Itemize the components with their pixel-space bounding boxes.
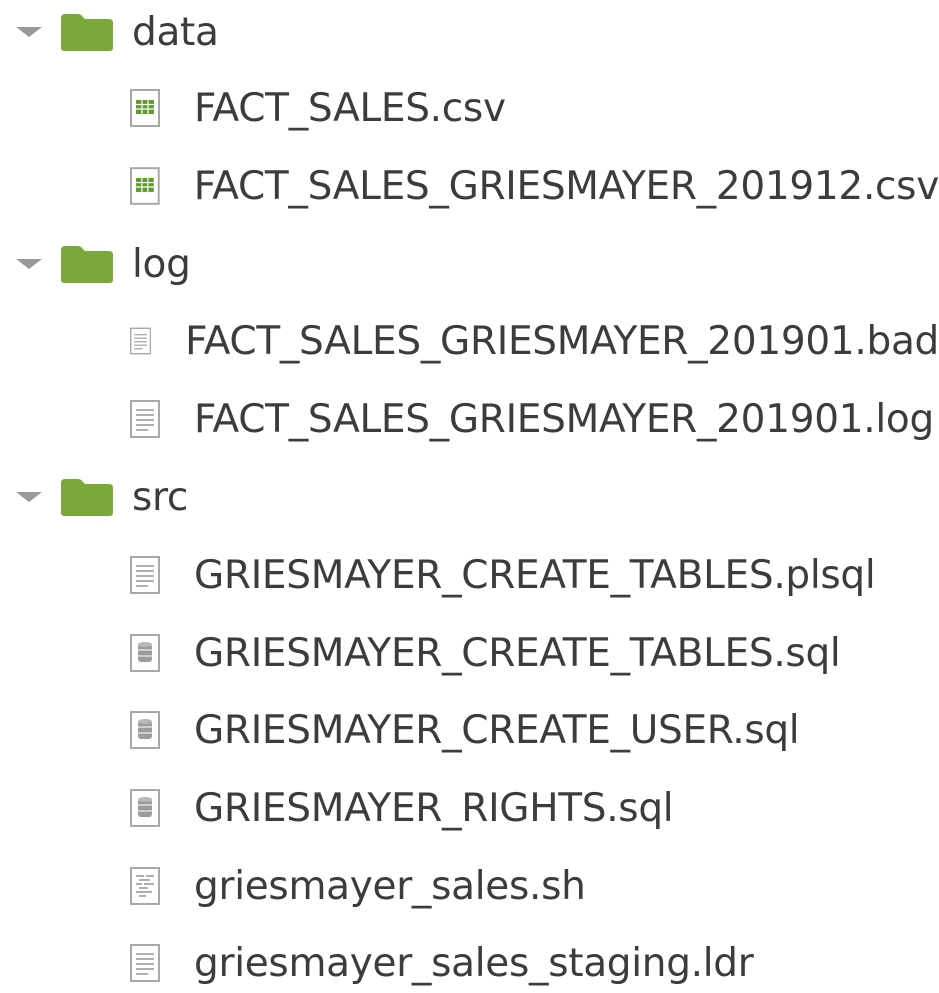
file-row[interactable]: GRIESMAYER_CREATE_TABLES.sql (0, 623, 939, 683)
file-row[interactable]: GRIESMAYER_RIGHTS.sql (0, 778, 939, 838)
text-file-icon (130, 944, 160, 982)
text-file-icon (130, 400, 160, 438)
database-file-icon (130, 634, 160, 672)
text-file-icon (130, 327, 152, 355)
file-label: griesmayer_sales_staging.ldr (194, 940, 754, 986)
file-row[interactable]: griesmayer_sales.sh (0, 856, 939, 916)
file-label: griesmayer_sales.sh (194, 863, 586, 909)
file-row[interactable]: FACT_SALES_GRIESMAYER_201901.log (0, 389, 939, 449)
file-label: GRIESMAYER_CREATE_USER.sql (194, 707, 800, 753)
file-row[interactable]: griesmayer_sales_staging.ldr (0, 933, 939, 993)
file-label: FACT_SALES.csv (194, 85, 506, 131)
file-row[interactable]: FACT_SALES.csv (0, 78, 939, 138)
file-label: FACT_SALES_GRIESMAYER_201912.csv (193, 163, 939, 209)
database-file-icon (130, 789, 160, 827)
folder-label: src (132, 474, 189, 520)
spreadsheet-icon (130, 89, 160, 127)
file-label: FACT_SALES_GRIESMAYER_201901.log (194, 396, 934, 442)
file-row[interactable]: GRIESMAYER_CREATE_TABLES.plsql (0, 545, 939, 605)
file-row[interactable]: FACT_SALES_GRIESMAYER_201912.csv (0, 156, 939, 216)
folder-icon (61, 14, 113, 51)
expanded-chevron-icon[interactable] (16, 259, 42, 269)
spreadsheet-icon (130, 167, 160, 205)
folder-icon (61, 246, 113, 283)
folder-row-data[interactable]: data (0, 2, 939, 62)
file-row[interactable]: FACT_SALES_GRIESMAYER_201901.bad (0, 311, 939, 371)
folder-row-log[interactable]: log (0, 234, 939, 294)
file-tree: data FACT_SALES.csv FACT_SALES_GRIESMAYE… (0, 0, 939, 990)
database-file-icon (130, 711, 160, 749)
folder-row-src[interactable]: src (0, 467, 939, 527)
folder-icon (61, 479, 113, 516)
file-label: GRIESMAYER_CREATE_TABLES.sql (194, 630, 841, 676)
file-row[interactable]: GRIESMAYER_CREATE_USER.sql (0, 700, 939, 760)
expanded-chevron-icon[interactable] (16, 492, 42, 502)
folder-label: log (132, 241, 191, 287)
file-label: FACT_SALES_GRIESMAYER_201901.bad (185, 318, 939, 364)
file-label: GRIESMAYER_CREATE_TABLES.plsql (194, 552, 876, 598)
script-file-icon (130, 867, 160, 905)
expanded-chevron-icon[interactable] (16, 27, 42, 37)
file-label: GRIESMAYER_RIGHTS.sql (194, 785, 674, 831)
text-file-icon (130, 556, 160, 594)
folder-label: data (132, 9, 219, 55)
